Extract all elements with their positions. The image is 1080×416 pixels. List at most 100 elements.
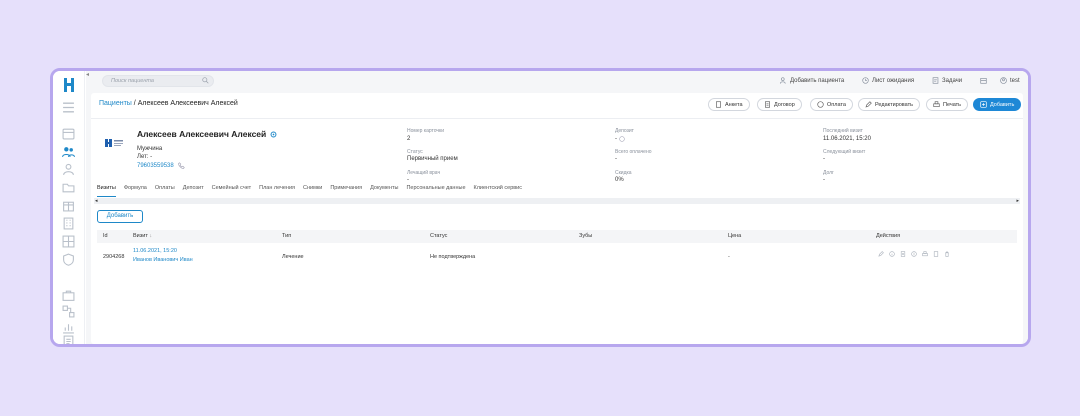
patient-name-text: Алексеев Алексеевич Алексей <box>137 129 267 139</box>
calendar-icon[interactable] <box>62 127 75 140</box>
add-visit-button[interactable]: Добавить <box>97 210 143 223</box>
dogovor-label: Договор <box>774 101 795 108</box>
last-visit-label: Последний визит <box>823 128 863 134</box>
breadcrumb: Пациенты / Алексеев Алексеевич Алексей <box>99 100 238 107</box>
trash-icon[interactable] <box>944 251 950 257</box>
discount-value: 0% <box>615 177 624 183</box>
clock-icon <box>862 77 869 84</box>
tab-visits[interactable]: Визиты <box>97 185 116 197</box>
patient-phone[interactable]: 79603559538 <box>137 162 185 169</box>
clinic-logo <box>103 132 125 154</box>
collapse-arrow-icon[interactable]: ◂ <box>86 71 89 78</box>
waitlist-link[interactable]: Лист ожидания <box>862 77 914 84</box>
oplata-button[interactable]: Оплата <box>810 98 853 111</box>
table-row[interactable]: 2904268 11.06.2021, 15:20 Иванов Иванови… <box>97 245 1017 269</box>
edit-button[interactable]: Редактировать <box>858 98 920 111</box>
tabs-scrollbar[interactable]: ◂ ▸ <box>94 198 1020 204</box>
doctor-icon[interactable] <box>62 163 75 176</box>
add-button[interactable]: Добавить <box>973 98 1022 111</box>
scroll-right-icon[interactable]: ▸ <box>1016 198 1019 204</box>
tab-images[interactable]: Снимки <box>303 185 322 195</box>
chart-icon[interactable] <box>62 321 75 334</box>
search-icon[interactable] <box>202 77 209 84</box>
col-actions: Действия <box>876 233 901 239</box>
tab-personal-data[interactable]: Персональные данные <box>406 185 465 195</box>
dogovor-button[interactable]: Договор <box>757 98 802 111</box>
col-visit[interactable]: Визит ↓ <box>133 233 152 239</box>
tab-payments[interactable]: Оплаты <box>155 185 175 195</box>
form-icon <box>715 101 722 108</box>
add-label: Добавить <box>990 101 1015 108</box>
breadcrumb-patients-link[interactable]: Пациенты <box>99 100 132 107</box>
patient-panel: Пациенты / Алексеев Алексеевич Алексей А… <box>91 93 1023 344</box>
settings-gear-icon[interactable] <box>270 131 277 138</box>
patient-gender: Мужчина <box>137 146 163 152</box>
phone-icon[interactable] <box>177 162 185 169</box>
discount-label: Скидка <box>615 170 632 176</box>
sort-arrow-icon[interactable]: ↓ <box>149 233 152 239</box>
clinic-switch[interactable] <box>980 77 987 84</box>
patient-name: Алексеев Алексеевич Алексей <box>137 129 277 139</box>
next-visit-value: - <box>823 156 825 162</box>
doctor-label: Лечащий врач <box>407 170 441 176</box>
status-value: Первичный прием <box>407 156 458 162</box>
tab-deposit[interactable]: Депозит <box>183 185 204 195</box>
visit-doctor-link[interactable]: Иванов Иванович Иван <box>133 257 193 263</box>
tab-documents[interactable]: Документы <box>370 185 398 195</box>
briefcase-icon[interactable] <box>62 289 75 302</box>
col-price: Цена <box>728 233 742 239</box>
visit-date-link[interactable]: 11.06.2021, 15:20 <box>133 248 177 254</box>
user-name: test <box>1010 77 1020 84</box>
scroll-left-icon[interactable]: ◂ <box>95 198 98 204</box>
visit-id: 2904268 <box>103 254 125 260</box>
search-input[interactable]: Поиск пациента <box>102 75 214 87</box>
tab-client-service[interactable]: Клиентский сервис <box>474 185 522 195</box>
visit-type: Лечение <box>282 254 304 260</box>
tasks-link[interactable]: Задачи <box>932 77 962 84</box>
next-visit-label: Следующий визит <box>823 149 866 155</box>
patient-phone-number: 79603559538 <box>137 162 174 169</box>
tab-family-account[interactable]: Семейный счет <box>212 185 251 195</box>
tab-notes[interactable]: Примечания <box>330 185 362 195</box>
invoice-icon[interactable] <box>900 251 906 257</box>
anketa-label: Анкета <box>725 101 743 108</box>
col-id: Id <box>103 233 108 239</box>
print-icon[interactable] <box>922 251 928 257</box>
app-logo-icon[interactable] <box>61 77 77 93</box>
tab-treatment-plan[interactable]: План лечения <box>259 185 295 195</box>
main-area: ◂ Поиск пациента Добавить пациента Лист … <box>86 71 1028 344</box>
patient-age: Лет: - <box>137 154 153 160</box>
folder-icon[interactable] <box>62 181 75 194</box>
patients-icon[interactable] <box>62 145 75 158</box>
user-menu[interactable]: test <box>1000 77 1020 84</box>
debt-label: Долг <box>823 170 834 176</box>
printer-icon <box>933 101 940 108</box>
document-icon[interactable] <box>62 335 75 344</box>
info-circle-icon[interactable] <box>619 136 625 142</box>
col-visit-label: Визит <box>133 233 148 239</box>
clinic-icon <box>980 77 987 84</box>
breadcrumb-current: Алексеев Алексеевич Алексей <box>137 100 238 107</box>
print-button[interactable]: Печать <box>926 98 969 111</box>
document-icon[interactable] <box>933 251 939 257</box>
box-icon[interactable] <box>62 199 75 212</box>
building-icon[interactable] <box>62 217 75 230</box>
total-paid-label: Всего оплачено <box>615 149 652 155</box>
info-icon[interactable] <box>889 251 895 257</box>
payment-icon <box>817 101 824 108</box>
search-placeholder: Поиск пациента <box>111 78 154 84</box>
payment-icon[interactable] <box>911 251 917 257</box>
network-icon[interactable] <box>62 305 75 318</box>
menu-icon[interactable] <box>62 101 75 114</box>
add-patient-link[interactable]: Добавить пациента <box>780 77 844 84</box>
user-icon <box>1000 77 1007 84</box>
tab-formula[interactable]: Формула <box>124 185 147 195</box>
edit-icon[interactable] <box>878 251 884 257</box>
oplata-label: Оплата <box>827 101 846 108</box>
anketa-button[interactable]: Анкета <box>708 98 750 111</box>
shield-icon[interactable] <box>62 253 75 266</box>
print-label: Печать <box>943 101 962 108</box>
tasks-label: Задачи <box>942 77 963 84</box>
deposit-label: Депозит <box>615 128 634 134</box>
grid-icon[interactable] <box>62 235 75 248</box>
